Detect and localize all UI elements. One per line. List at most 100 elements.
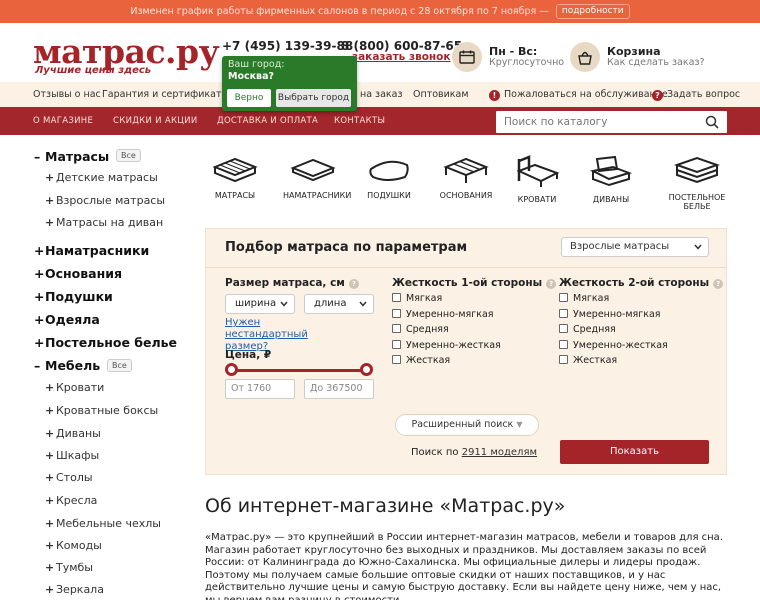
- reviews-link[interactable]: Отзывы о нас: [33, 89, 101, 100]
- sidebar-sub-adult-mattresses[interactable]: + Взрослые матрасы: [45, 194, 165, 207]
- ask-question-link[interactable]: ? Задать вопрос: [652, 89, 740, 101]
- nonstandard-size-link[interactable]: Нужен нестандартный размер?: [225, 317, 345, 353]
- plus-icon: +: [45, 216, 55, 229]
- length-select[interactable]: длина: [304, 294, 374, 314]
- ask-label: Задать вопрос: [667, 89, 741, 100]
- plus-icon: +: [34, 335, 45, 350]
- catalog-search: [496, 111, 727, 133]
- sidebar-sub-nightstands[interactable]: + Тумбы: [45, 561, 93, 574]
- all-mattresses-button[interactable]: Все: [116, 149, 141, 162]
- checkbox[interactable]: [392, 293, 401, 302]
- nav-about[interactable]: О МАГАЗИНЕ: [33, 116, 93, 126]
- help-icon[interactable]: ?: [348, 279, 359, 289]
- nav-delivery[interactable]: ДОСТАВКА И ОПЛАТА: [217, 116, 318, 126]
- category-pillows[interactable]: ПОДУШКИ: [359, 155, 419, 200]
- help-icon[interactable]: ?: [546, 279, 557, 289]
- category-label: ПОДУШКИ: [367, 191, 411, 200]
- checkbox[interactable]: [559, 293, 568, 302]
- price-min-handle[interactable]: [225, 363, 238, 376]
- models-count-link[interactable]: 2911 моделям: [462, 447, 537, 458]
- side1-medium-soft[interactable]: Умеренно-мягкая: [392, 309, 494, 320]
- complain-link[interactable]: ! Пожаловаться на обслуживание: [489, 89, 668, 101]
- sofa-icon: [589, 155, 633, 187]
- sidebar-item-label: Комоды: [56, 539, 102, 552]
- category-sofas[interactable]: ДИВАНЫ: [581, 155, 641, 204]
- side2-label: Жесткость 2-ой стороны?: [559, 277, 724, 289]
- sidebar-sub-bed-boxes[interactable]: + Кроватные боксы: [45, 404, 158, 417]
- side2-hard[interactable]: Жесткая: [559, 355, 617, 366]
- sidebar-sub-sofas[interactable]: + Диваны: [45, 427, 101, 440]
- chevron-down-icon: [694, 244, 702, 250]
- sidebar-item-label: Кровати: [56, 381, 105, 394]
- all-furniture-button[interactable]: Все: [107, 359, 132, 372]
- sidebar-sub-kids-mattresses[interactable]: + Детские матрасы: [45, 171, 158, 184]
- wholesale-link[interactable]: Оптовикам: [413, 89, 469, 100]
- sidebar-item-label: Подушки: [45, 289, 113, 304]
- mattress-type-select[interactable]: Взрослые матрасы: [561, 237, 709, 257]
- sidebar-item-bedding[interactable]: +Постельное белье: [34, 335, 177, 350]
- side1-medium-hard[interactable]: Умеренно-жесткая: [392, 340, 501, 351]
- category-bedding[interactable]: ПОСТЕЛЬНОЕ БЕЛЬЕ: [667, 155, 727, 211]
- width-select[interactable]: ширина: [225, 294, 295, 314]
- price-from-input[interactable]: От 1760: [225, 379, 295, 399]
- sidebar-item-furniture[interactable]: – Мебель: [34, 358, 100, 373]
- side1-medium[interactable]: Средняя: [392, 324, 449, 335]
- help-icon[interactable]: ?: [713, 279, 724, 289]
- side2-medium-soft[interactable]: Умеренно-мягкая: [559, 309, 661, 320]
- checkbox[interactable]: [392, 309, 401, 318]
- search-icon[interactable]: [697, 111, 727, 133]
- nav-sales[interactable]: СКИДКИ И АКЦИИ: [113, 116, 198, 126]
- sidebar-sub-dressers[interactable]: + Комоды: [45, 539, 102, 552]
- sidebar-sub-tables[interactable]: + Столы: [45, 471, 93, 484]
- cart-icon[interactable]: [570, 42, 600, 72]
- sidebar-sub-beds[interactable]: + Кровати: [45, 381, 104, 394]
- side1-soft[interactable]: Мягкая: [392, 293, 442, 304]
- how-to-order-link[interactable]: Как сделать заказ?: [607, 57, 705, 68]
- price-max-handle[interactable]: [360, 363, 373, 376]
- advanced-search-button[interactable]: Расширенный поиск ▼: [395, 414, 539, 436]
- checkbox[interactable]: [392, 355, 401, 364]
- sidebar-item-bases[interactable]: +Основания: [34, 266, 122, 281]
- plus-icon: +: [34, 266, 45, 281]
- show-results-button[interactable]: Показать: [560, 440, 709, 464]
- side2-medium-hard[interactable]: Умеренно-жесткая: [559, 340, 668, 351]
- side1-hard[interactable]: Жесткая: [392, 355, 450, 366]
- category-toppers[interactable]: НАМАТРАСНИКИ: [283, 155, 351, 200]
- sidebar-sub-wardrobes[interactable]: + Шкафы: [45, 449, 99, 462]
- search-input[interactable]: [496, 111, 694, 133]
- checkbox[interactable]: [392, 340, 401, 349]
- sidebar-sub-armchairs[interactable]: + Кресла: [45, 494, 97, 507]
- sidebar-item-toppers[interactable]: +Наматрасники: [34, 243, 149, 258]
- category-mattresses[interactable]: МАТРАСЫ: [205, 155, 265, 200]
- on-order-link[interactable]: на заказ: [360, 89, 403, 100]
- city-choose-button[interactable]: Выбрать город: [276, 89, 351, 107]
- checkbox[interactable]: [559, 340, 568, 349]
- sidebar-item-mattresses[interactable]: – Матрасы: [34, 149, 109, 164]
- phone-moscow[interactable]: +7 (495) 139-39-88: [222, 39, 353, 53]
- category-beds[interactable]: КРОВАТИ: [507, 155, 567, 204]
- price-to-input[interactable]: До 367500: [304, 379, 374, 399]
- sidebar-item-blankets[interactable]: +Одеяла: [34, 312, 100, 327]
- checkbox[interactable]: [559, 309, 568, 318]
- sidebar-item-label: Кроватные боксы: [56, 404, 159, 417]
- side2-medium[interactable]: Средняя: [559, 324, 616, 335]
- site-logo[interactable]: матрас.ру: [33, 35, 220, 69]
- callback-link[interactable]: заказать звонок: [352, 51, 451, 63]
- plus-icon: +: [34, 312, 45, 327]
- city-confirm-button[interactable]: Верно: [227, 89, 271, 107]
- nav-contacts[interactable]: КОНТАКТЫ: [334, 116, 385, 126]
- sidebar-sub-mirrors[interactable]: + Зеркала: [45, 583, 104, 596]
- checkbox[interactable]: [559, 324, 568, 333]
- checkbox[interactable]: [392, 324, 401, 333]
- sidebar-sub-covers[interactable]: + Мебельные чехлы: [45, 517, 161, 530]
- guarantee-link[interactable]: Гарантия и сертификаты: [102, 89, 229, 100]
- sidebar-item-pillows[interactable]: +Подушки: [34, 289, 113, 304]
- price-slider-track[interactable]: [231, 369, 367, 372]
- bed-base-icon: [443, 157, 489, 183]
- notice-details-button[interactable]: подробности: [555, 4, 630, 19]
- checkbox[interactable]: [559, 355, 568, 364]
- side2-soft[interactable]: Мягкая: [559, 293, 609, 304]
- category-bases[interactable]: ОСНОВАНИЯ: [436, 155, 496, 200]
- sidebar-sub-sofa-mattresses[interactable]: + Матрасы на диван: [45, 216, 163, 229]
- city-question: Ваш город:: [228, 59, 285, 70]
